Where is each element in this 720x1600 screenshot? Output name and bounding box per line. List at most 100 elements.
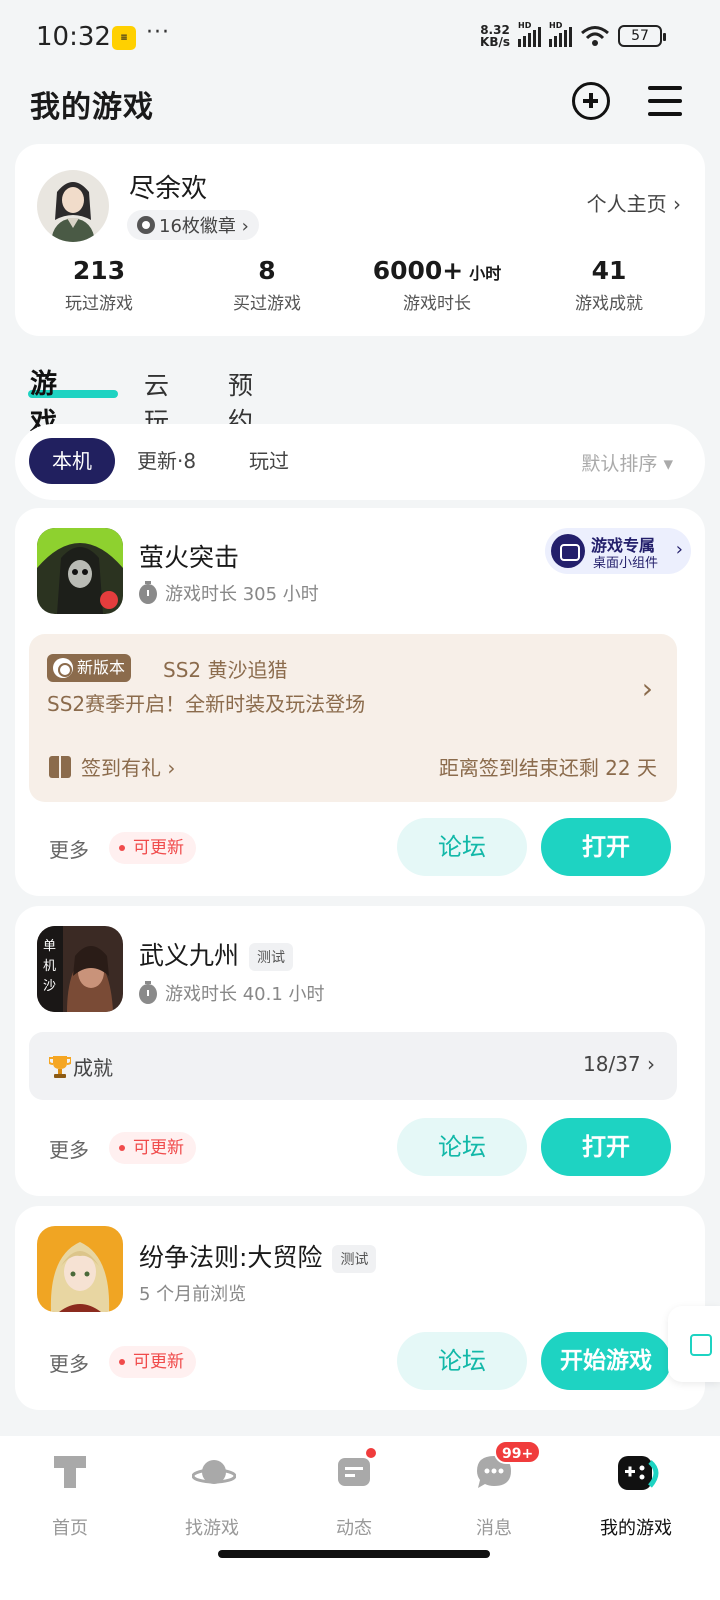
game-icon[interactable] [37,1226,123,1312]
test-tag: 测试 [332,1245,377,1273]
more-button[interactable]: 更多 [49,1348,89,1377]
open-button[interactable]: 打开 [541,818,671,876]
game-card[interactable]: 单 机 沙 武义九州 测试 游戏时长 40.1 小时 成就 18/37 › 更多 … [15,906,705,1196]
network-speed-unit: KB/s [480,35,510,49]
signal-icon: HD [518,21,541,47]
menu-icon[interactable] [648,86,682,116]
stat-bought[interactable]: 8 买过游戏 [183,256,351,314]
filter-local[interactable]: 本机 [29,438,115,484]
home-icon [50,1452,90,1492]
checkin-link[interactable]: 签到有礼 › [81,752,175,781]
nav-feed[interactable]: 动态 [284,1446,424,1540]
wifi-icon [581,26,609,46]
game-playtime: 游戏时长 40.1 小时 [139,980,325,1006]
nav-discover[interactable]: 找游戏 [142,1452,282,1540]
battery-icon: 57 [618,25,666,47]
nav-my-games[interactable]: 我的游戏 [566,1452,706,1540]
nav-home[interactable]: 首页 [0,1452,140,1540]
timer-icon [139,581,157,604]
hd-label: HD [518,21,532,30]
game-playtime-text: 游戏时长 305 小时 [165,584,319,605]
chevron-right-icon: › [641,672,653,705]
more-button[interactable]: 更多 [49,1134,89,1163]
desktop-widget-button[interactable]: 游戏专属 桌面小组件 › [545,528,691,574]
timer-icon [139,981,157,1004]
notification-dot [364,1446,378,1460]
sort-dropdown[interactable]: 默认排序 ▾ [581,449,673,476]
gamepad-icon [616,1452,659,1492]
stat-label: 玩过游戏 [65,294,133,314]
forum-button[interactable]: 论坛 [397,818,527,876]
badges-label: 16枚徽章 › [159,216,249,237]
achievement-count: 18/37 › [583,1052,655,1076]
badges-button[interactable]: 16枚徽章 › [127,210,259,240]
open-button[interactable]: 打开 [541,1118,671,1176]
profile-stats: 213 玩过游戏 8 买过游戏 6000+ 小时 游戏时长 41 游戏成就 [15,256,705,314]
more-notifications-icon: ··· [146,20,170,45]
version-promo[interactable]: 新版本 SS2 黄沙追猎 SS2赛季开启！全新时装及玩法登场 › 签到有礼 › … [29,634,677,802]
stat-label: 买过游戏 [233,294,301,314]
app-notification-icon: ≡ [112,26,136,50]
stat-value: 8 [258,256,276,285]
test-tag: 测试 [249,943,294,971]
game-card[interactable]: 纷争法则:大贸险 测试 5 个月前浏览 更多 可更新 论坛 开始游戏 [15,1206,705,1410]
page-header: 我的游戏 [0,70,720,136]
message-icon: 99+ [474,1440,542,1492]
status-bar: 10:32 ≡ ··· 8.32 KB/s HD HD 57 [0,0,720,76]
new-version-badge: 新版本 [47,654,132,682]
game-playtime-text: 游戏时长 40.1 小时 [165,984,325,1005]
nav-label: 首页 [52,1518,88,1539]
svg-text:单: 单 [43,939,56,954]
chevron-right-icon: › [675,539,683,560]
forum-button[interactable]: 论坛 [397,1118,527,1176]
game-title: 纷争法则:大贸险 测试 [139,1238,377,1274]
floating-download-button[interactable] [668,1306,720,1382]
status-time: 10:32 [36,22,111,52]
achievement-row[interactable]: 成就 18/37 › [29,1032,677,1100]
game-title: 武义九州 测试 [139,936,294,972]
widget-subtitle: 桌面小组件 [593,556,659,571]
stat-achievements[interactable]: 41 游戏成就 [523,256,695,314]
update-badge[interactable]: 可更新 [109,1346,196,1378]
username: 尽余欢 [129,174,208,204]
update-badge[interactable]: 可更新 [109,832,196,864]
more-button[interactable]: 更多 [49,834,89,863]
network-speed: 8.32 KB/s [480,24,510,48]
signal-icon-2: HD [549,21,572,47]
filter-bar: 本机 更新·8 玩过 默认排序 ▾ [15,424,705,500]
bottom-nav: 首页 找游戏 动态 99+ 消息 我的游戏 [0,1436,720,1600]
filter-played[interactable]: 玩过 [249,438,289,484]
medal-icon [137,216,155,234]
game-last-viewed: 5 个月前浏览 [139,1284,247,1305]
achievement-label: 成就 [73,1056,113,1080]
game-icon[interactable]: 单 机 沙 [37,926,123,1012]
profile-home-link[interactable]: 个人主页 › [587,188,681,217]
filter-updates[interactable]: 更新·8 [137,438,196,484]
nav-messages[interactable]: 99+ 消息 [424,1440,564,1540]
update-badge[interactable]: 可更新 [109,1132,196,1164]
game-title: 萤火突击 [139,543,240,572]
gift-icon [49,756,71,778]
status-right: 8.32 KB/s HD HD 57 [480,21,666,48]
stat-value: 213 [72,256,126,285]
home-indicator[interactable] [218,1550,490,1558]
profile-card: 尽余欢 16枚徽章 › 个人主页 › 213 玩过游戏 8 买过游戏 6000+… [15,144,705,336]
stat-playtime[interactable]: 6000+ 小时 游戏时长 [351,256,523,314]
stat-label: 游戏成就 [575,294,643,314]
stat-played[interactable]: 213 玩过游戏 [15,256,183,314]
forum-button[interactable]: 论坛 [397,1332,527,1390]
svg-text:沙: 沙 [43,979,56,994]
game-icon[interactable] [37,528,123,614]
nav-label: 消息 [476,1518,512,1539]
promo-description: SS2赛季开启！全新时装及玩法登场 [47,692,366,716]
nav-label: 我的游戏 [600,1518,672,1539]
game-card[interactable]: 萤火突击 游戏时长 305 小时 游戏专属 桌面小组件 › 新版本 SS2 黄沙… [15,508,705,896]
avatar[interactable] [37,170,109,242]
message-badge: 99+ [494,1440,542,1464]
nav-label: 动态 [336,1518,372,1539]
stat-value: 6000+ [372,256,464,285]
svg-text:机: 机 [43,959,56,974]
hd-label-2: HD [549,21,563,30]
start-game-button[interactable]: 开始游戏 [541,1332,671,1390]
add-game-button[interactable] [572,82,610,120]
